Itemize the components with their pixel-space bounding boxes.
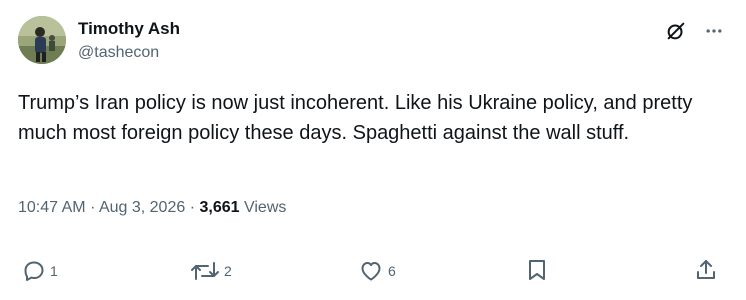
repost-count: 2 <box>224 263 232 279</box>
reply-count: 1 <box>50 263 58 279</box>
tweet-text: Trump’s Iran policy is now just incohere… <box>18 92 693 144</box>
like-count: 6 <box>388 263 396 279</box>
tweet-date[interactable]: Aug 3, 2026 <box>99 199 185 216</box>
top-actions <box>664 19 726 43</box>
author-info: Timothy Ash @tashecon <box>78 18 180 64</box>
repost-icon <box>191 262 219 280</box>
more-options-icon[interactable] <box>702 19 726 43</box>
reply-button[interactable]: 1 <box>22 258 58 284</box>
repost-button[interactable]: 2 <box>190 258 232 284</box>
meta-separator: · <box>189 199 196 216</box>
display-name[interactable]: Timothy Ash <box>78 18 180 40</box>
tweet-meta: 10:47 AM · Aug 3, 2026 · 3,661 Views <box>18 197 286 219</box>
like-icon <box>361 262 381 281</box>
views-label: Views <box>243 199 287 216</box>
user-handle[interactable]: @tashecon <box>78 42 180 64</box>
bookmark-button[interactable] <box>526 258 548 282</box>
action-bar: 1 2 6 <box>0 258 746 284</box>
grok-icon[interactable] <box>664 19 688 43</box>
reply-icon <box>24 261 44 281</box>
meta-separator: · <box>90 199 96 216</box>
avatar[interactable] <box>18 16 66 64</box>
tweet-card: Timothy Ash @tashecon Trump’s Iran polic… <box>0 0 746 300</box>
bookmark-icon <box>529 260 545 280</box>
avatar-image <box>18 16 66 64</box>
tweet-time[interactable]: 10:47 AM <box>18 199 86 216</box>
share-icon <box>697 260 715 279</box>
views-count: 3,661 <box>199 199 240 216</box>
like-button[interactable]: 6 <box>358 258 396 284</box>
share-button[interactable] <box>694 258 718 282</box>
